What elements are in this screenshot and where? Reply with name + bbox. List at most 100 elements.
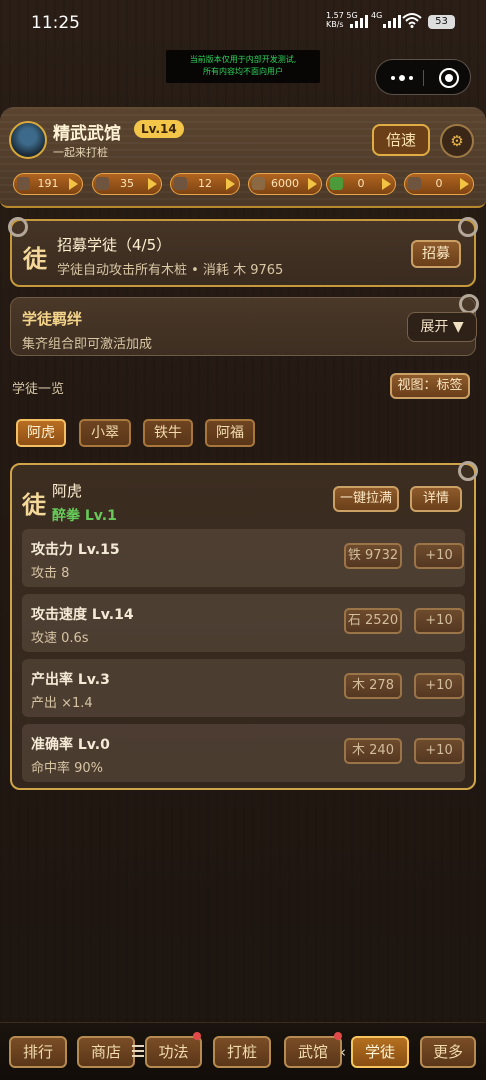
resource-stone[interactable]: 12 [170, 173, 240, 195]
miniprogram-capsule [375, 59, 471, 95]
capsule-divider [423, 70, 424, 86]
resource-herb[interactable]: 0 [326, 173, 396, 195]
details-button[interactable]: 详情 [410, 486, 462, 512]
disciple-name: 阿虎 [52, 482, 83, 500]
ring-ornament-icon [458, 217, 478, 237]
log-icon [408, 177, 421, 190]
gym-header: 精武武馆 Lv.14 一起来打桩 倍速 ⚙ 191 35 12 6000 0 0 [0, 107, 486, 208]
battery-level: 53 [435, 16, 448, 27]
wifi-icon [402, 13, 422, 28]
ring-ornament-icon [459, 294, 479, 314]
upgrade-cost-button[interactable]: 铁 9732 [344, 543, 402, 569]
stat-name: 产出率 Lv.3 [31, 672, 110, 688]
stat-name: 攻击力 Lv.15 [31, 542, 120, 558]
chevron-left-icon[interactable]: ‹ [340, 1043, 346, 1061]
resource-value: 191 [37, 177, 59, 190]
nav-skills[interactable]: 功法 [145, 1036, 202, 1068]
gym-level-badge: Lv.14 [134, 120, 184, 138]
tab-disciple-tieniu[interactable]: 铁牛 [143, 419, 193, 447]
menu-icon[interactable] [132, 1045, 144, 1057]
notification-dot [334, 1032, 342, 1040]
resource-value: 35 [120, 177, 134, 190]
upgrade-cost-button[interactable]: 木 278 [344, 673, 402, 699]
resource-value: 12 [198, 177, 212, 190]
tab-disciple-ahu[interactable]: 阿虎 [16, 419, 66, 447]
settings-gear-icon[interactable]: ⚙ [440, 124, 474, 158]
speed-button[interactable]: 倍速 [372, 124, 430, 156]
stone-icon [174, 177, 187, 190]
resource-value: 0 [357, 177, 365, 190]
clock: 11:25 [31, 13, 80, 33]
disciple-skill: 醉拳 Lv.1 [52, 508, 117, 524]
recruit-panel: 徒 招募学徒（4/5） 学徒自动攻击所有木桩 • 消耗 木 9765 招募 [8, 217, 478, 287]
stat-name: 准确率 Lv.0 [31, 737, 110, 753]
nav-shop[interactable]: 商店 [77, 1036, 135, 1068]
add-icon [69, 178, 78, 190]
signal-icon [350, 14, 368, 28]
signal-icon-2 [383, 14, 401, 28]
stat-value: 攻速 0.6s [31, 631, 89, 646]
recruit-desc: 学徒自动攻击所有木桩 • 消耗 木 9765 [57, 263, 284, 278]
bottom-nav: 排行 商店 功法 打桩 武馆 学徒 更多 [0, 1022, 486, 1080]
nav-ranking[interactable]: 排行 [9, 1036, 67, 1068]
more-menu-icon[interactable] [391, 75, 413, 81]
avatar[interactable] [9, 121, 47, 159]
stat-row-accuracy: 准确率 Lv.0 命中率 90% 木 240 +10 [22, 724, 465, 782]
add-icon [308, 178, 317, 190]
network-type-4g: 4G [371, 11, 383, 20]
resource-iron[interactable]: 35 [92, 173, 162, 195]
disciple-char: 徒 [22, 491, 46, 519]
resource-value: 6000 [271, 177, 299, 190]
dev-notice-banner: 当前版本仅用于内部开发测试, 所有内容均不面向用户 [166, 50, 320, 83]
add-icon [148, 178, 157, 190]
app-screen: 11:25 1.57 5G KB/s 4G 53 当前版本仅用于内部开发测试, … [0, 0, 486, 1080]
resource-wood[interactable]: 6000 [248, 173, 322, 195]
add-icon [226, 178, 235, 190]
stat-value: 产出 ×1.4 [31, 696, 93, 711]
nav-more[interactable]: 更多 [420, 1036, 476, 1068]
disciple-char: 徒 [23, 245, 47, 273]
bond-title: 学徒羁绊 [22, 310, 83, 328]
disciple-detail-panel: 徒 阿虎 醉拳 Lv.1 一键拉满 详情 攻击力 Lv.15 攻击 8 铁 97… [10, 461, 478, 790]
nav-disciples[interactable]: 学徒 [351, 1036, 409, 1068]
ring-ornament-icon [8, 217, 28, 237]
resource-value: 0 [435, 177, 443, 190]
gym-name: 精武武馆 [53, 124, 121, 144]
coin-icon [17, 177, 30, 190]
network-speed-unit: KB/s [326, 20, 344, 29]
nav-gym[interactable]: 武馆 [284, 1036, 342, 1068]
network-speed-value: 1.57 [326, 11, 344, 20]
view-toggle-button[interactable]: 视图：标签 [390, 373, 470, 399]
resource-coin[interactable]: 191 [13, 173, 83, 195]
herb-icon [330, 177, 343, 190]
stat-row-attack: 攻击力 Lv.15 攻击 8 铁 9732 +10 [22, 529, 465, 587]
stat-row-attack-speed: 攻击速度 Lv.14 攻速 0.6s 石 2520 +10 [22, 594, 465, 652]
iron-icon [96, 177, 109, 190]
stat-value: 攻击 8 [31, 566, 70, 581]
dev-notice-line1: 当前版本仅用于内部开发测试, [189, 55, 297, 64]
stat-name: 攻击速度 Lv.14 [31, 607, 134, 623]
stat-value: 命中率 90% [31, 761, 104, 776]
bond-panel: 学徒羁绊 集齐组合即可激活加成 展开 ▼ [10, 294, 479, 356]
section-label: 学徒一览 [12, 382, 65, 397]
close-miniprogram-icon[interactable] [439, 68, 459, 88]
resource-log[interactable]: 0 [404, 173, 474, 195]
upgrade-plus10-button[interactable]: +10 [414, 608, 464, 634]
expand-button[interactable]: 展开 ▼ [407, 312, 477, 342]
nav-training[interactable]: 打桩 [213, 1036, 271, 1068]
max-upgrade-button[interactable]: 一键拉满 [333, 486, 399, 512]
upgrade-plus10-button[interactable]: +10 [414, 738, 464, 764]
wood-icon [252, 177, 265, 190]
recruit-button[interactable]: 招募 [411, 240, 461, 268]
upgrade-plus10-button[interactable]: +10 [414, 543, 464, 569]
ring-ornament-icon [458, 461, 478, 481]
battery-icon: 53 [428, 15, 455, 29]
gym-subtitle: 一起来打桩 [53, 146, 108, 159]
upgrade-cost-button[interactable]: 木 240 [344, 738, 402, 764]
add-icon [460, 178, 469, 190]
upgrade-plus10-button[interactable]: +10 [414, 673, 464, 699]
tab-disciple-xiaocui[interactable]: 小翠 [79, 419, 131, 447]
add-icon [382, 178, 391, 190]
upgrade-cost-button[interactable]: 石 2520 [344, 608, 402, 634]
tab-disciple-afu[interactable]: 阿福 [205, 419, 255, 447]
